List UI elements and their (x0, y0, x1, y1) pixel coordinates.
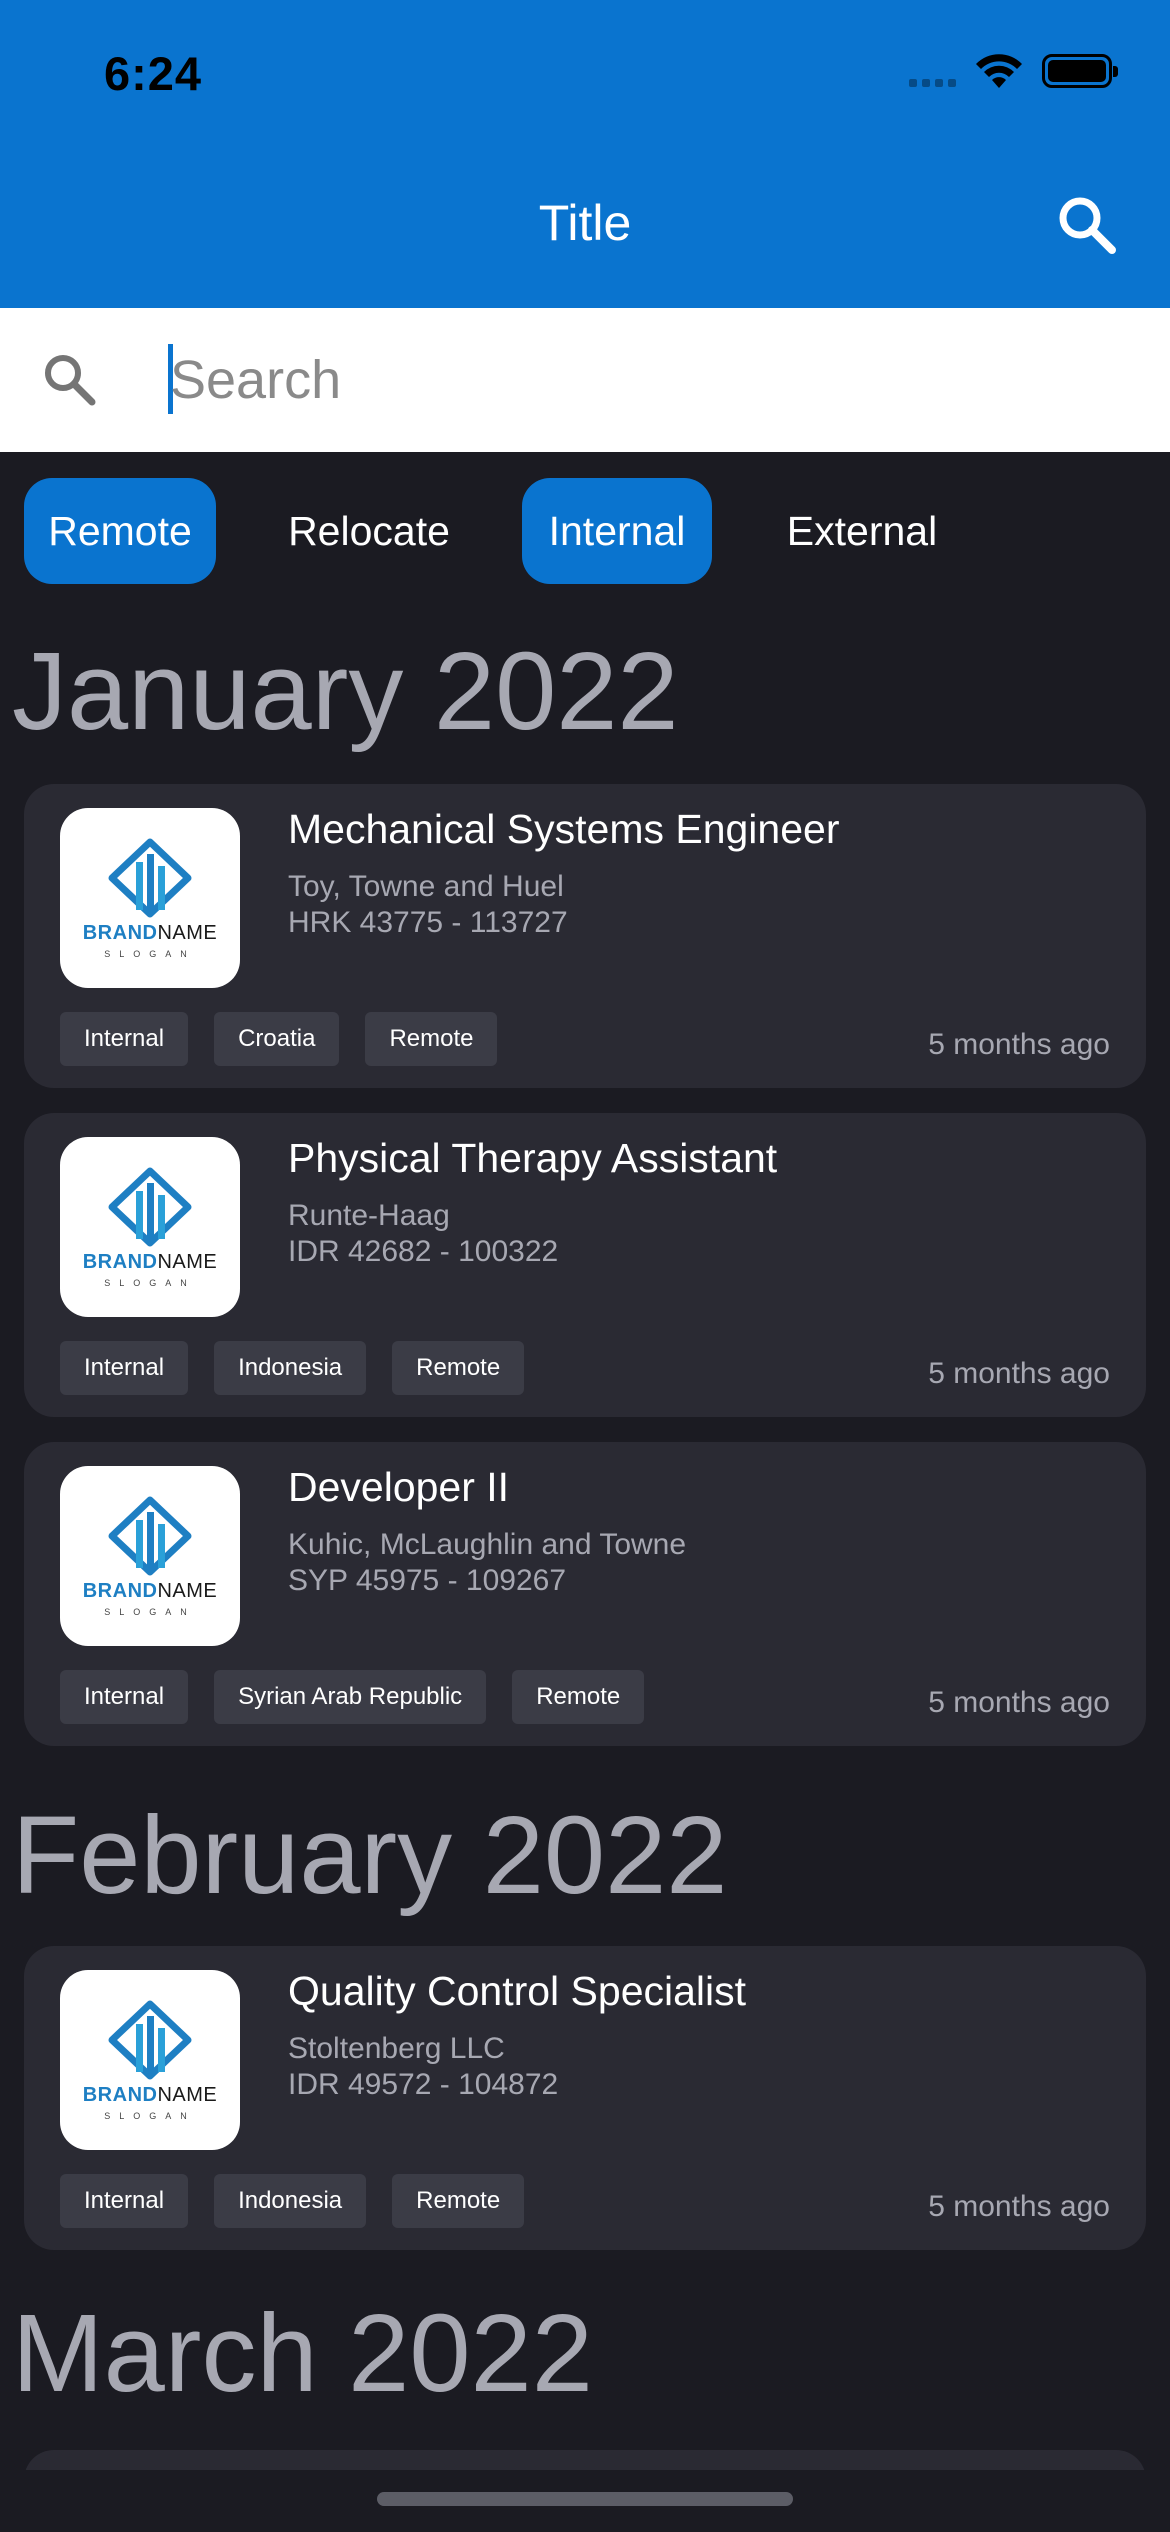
tag: Internal (60, 1341, 189, 1395)
tag: Internal (60, 2174, 189, 2228)
filter-chips: Remote Relocate Internal External (24, 478, 1012, 584)
company-name: Kuhic, McLaughlin and Towne (288, 1528, 687, 1561)
section-heading: January 2022 (12, 630, 679, 753)
brand-logo-icon (108, 838, 192, 917)
tag: Remote (392, 1341, 525, 1395)
brand-slogan: SLOGAN (104, 948, 196, 959)
tag: Remote (365, 1012, 498, 1066)
job-tags: Internal Syrian Arab Republic Remote (60, 1670, 645, 1724)
battery-icon (1042, 54, 1118, 88)
cellular-signal-icon (909, 55, 956, 87)
filter-chip-internal[interactable]: Internal (522, 478, 712, 584)
home-indicator[interactable] (377, 2492, 793, 2506)
posted-time: 5 months ago (928, 1028, 1110, 1061)
filter-chip-external[interactable]: External (712, 478, 1012, 584)
job-tags: Internal Indonesia Remote (60, 1341, 525, 1395)
status-icons (909, 52, 1118, 90)
brand-slogan: SLOGAN (104, 1606, 196, 1617)
page-title: Title (538, 195, 632, 251)
job-card[interactable]: BRANDNAME SLOGAN Mechanical Systems Engi… (24, 784, 1146, 1088)
filter-chip-relocate[interactable]: Relocate (216, 478, 522, 584)
app-header: 6:24 Title (0, 0, 1170, 308)
tag: Remote (392, 2174, 525, 2228)
salary-range: IDR 49572 - 104872 (288, 2068, 559, 2101)
brand-name: BRANDNAME (82, 1250, 218, 1273)
tag: Remote (512, 1670, 645, 1724)
brand-slogan: SLOGAN (104, 1277, 196, 1288)
brand-logo-icon (108, 1496, 192, 1575)
brand-name: BRANDNAME (82, 1579, 218, 1602)
salary-range: HRK 43775 - 113727 (288, 906, 568, 939)
job-tags: Internal Indonesia Remote (60, 2174, 525, 2228)
status-time: 6:24 (104, 47, 203, 100)
wifi-icon (976, 54, 1022, 88)
company-logo: BRANDNAME SLOGAN (60, 1466, 240, 1646)
job-card[interactable]: BRANDNAME SLOGAN Quality Control Special… (24, 1946, 1146, 2250)
job-title: Mechanical Systems Engineer (288, 806, 840, 852)
company-name: Runte-Haag (288, 1199, 450, 1232)
job-title: Physical Therapy Assistant (288, 1135, 778, 1181)
salary-range: SYP 45975 - 109267 (288, 1564, 567, 1597)
company-logo: BRANDNAME SLOGAN (60, 1137, 240, 1317)
tag: Internal (60, 1670, 189, 1724)
section-heading: March 2022 (12, 2292, 593, 2415)
posted-time: 5 months ago (928, 1686, 1110, 1719)
brand-slogan: SLOGAN (104, 2110, 196, 2121)
search-icon[interactable] (1054, 192, 1120, 258)
company-name: Stoltenberg LLC (288, 2032, 505, 2065)
posted-time: 5 months ago (928, 1357, 1110, 1390)
tag: Croatia (214, 1012, 340, 1066)
tag: Indonesia (214, 1341, 367, 1395)
brand-logo-icon (108, 2000, 192, 2079)
job-tags: Internal Croatia Remote (60, 1012, 498, 1066)
filter-chip-remote[interactable]: Remote (24, 478, 216, 584)
job-title: Developer II (288, 1464, 510, 1510)
tag: Syrian Arab Republic (214, 1670, 487, 1724)
brand-name: BRANDNAME (82, 2083, 218, 2106)
brand-logo-icon (108, 1167, 192, 1246)
job-card[interactable]: BRANDNAME SLOGAN Developer II Kuhic, McL… (24, 1442, 1146, 1746)
search-input[interactable] (170, 338, 1110, 422)
brand-name: BRANDNAME (82, 921, 218, 944)
section-heading: February 2022 (12, 1794, 728, 1917)
company-logo: BRANDNAME SLOGAN (60, 1970, 240, 2150)
tag: Internal (60, 1012, 189, 1066)
company-logo: BRANDNAME SLOGAN (60, 808, 240, 988)
salary-range: IDR 42682 - 100322 (288, 1235, 559, 1268)
job-card[interactable]: BRANDNAME SLOGAN Physical Therapy Assist… (24, 1113, 1146, 1417)
tag: Indonesia (214, 2174, 367, 2228)
job-title: Quality Control Specialist (288, 1968, 747, 2014)
posted-time: 5 months ago (928, 2190, 1110, 2223)
company-name: Toy, Towne and Huel (288, 870, 564, 903)
search-bar (0, 308, 1170, 452)
search-icon (45, 355, 96, 406)
